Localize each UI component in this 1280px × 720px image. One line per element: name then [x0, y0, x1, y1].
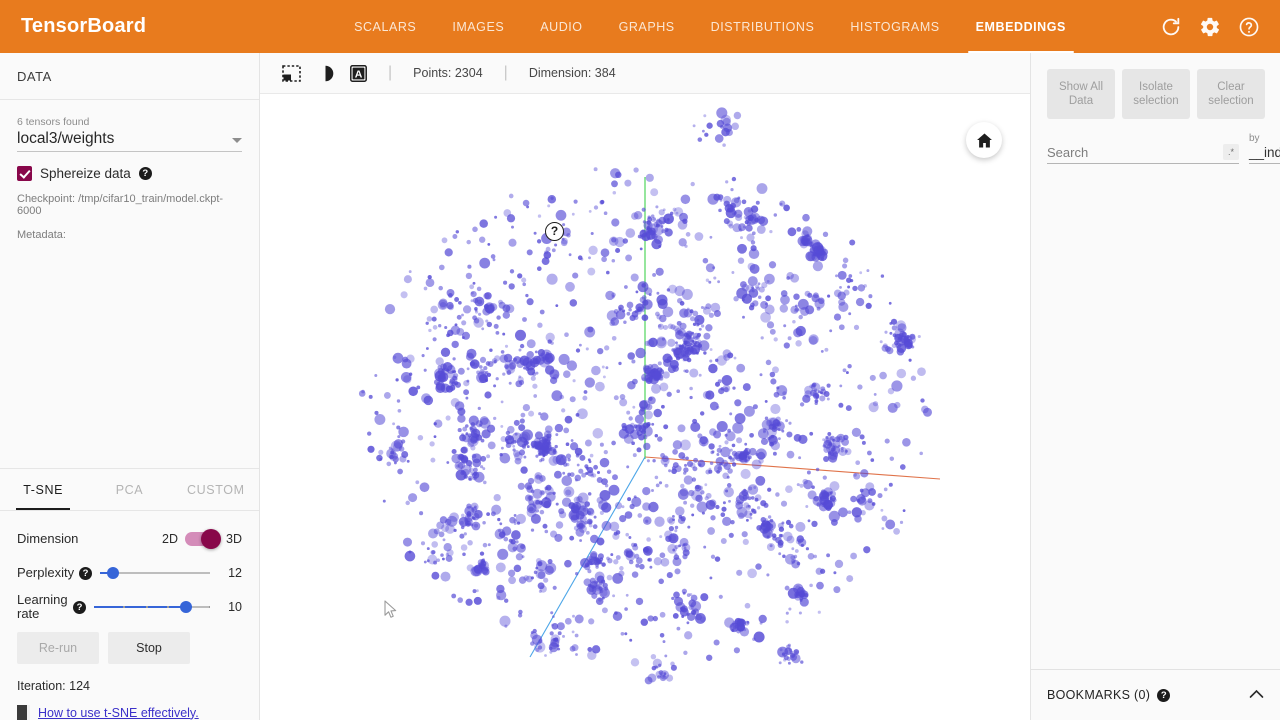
tsne-link-row: How to use t-SNE effectively.	[17, 705, 242, 720]
reset-view-home-button[interactable]	[966, 122, 1002, 158]
top-bar: TensorBoard SCALARS IMAGES AUDIO GRAPHS DIST…	[0, 0, 1280, 53]
nav-tab-histograms[interactable]: HISTOGRAMS	[832, 0, 957, 53]
chevron-down-icon	[232, 138, 242, 143]
chevron-up-icon[interactable]	[1249, 686, 1264, 704]
learning-rate-slider-knob[interactable]	[179, 601, 192, 613]
book-icon	[17, 705, 30, 720]
canvas-toolbar: A | Points: 2304 | Dimension: 384	[260, 53, 1030, 94]
projection-buttons: Re-run Stop	[17, 632, 242, 664]
search-by-label: by	[1249, 133, 1260, 144]
checkpoint-path: Checkpoint: /tmp/cifar10_train/model.ckp…	[17, 193, 224, 217]
nav-tab-embeddings[interactable]: EMBEDDINGS	[958, 0, 1084, 53]
slider-tick	[123, 606, 125, 608]
gear-icon[interactable]	[1199, 16, 1221, 38]
toolbar-separator: |	[388, 64, 393, 81]
night-mode-icon[interactable]	[317, 65, 334, 82]
projector-center: A | Points: 2304 | Dimension: 384 ?	[260, 53, 1030, 720]
slider-tick	[167, 606, 169, 608]
tensor-select[interactable]: local3/weights	[17, 130, 242, 152]
learning-rate-slider-fill	[94, 606, 186, 608]
top-bar-icons	[1160, 0, 1280, 53]
perplexity-value: 12	[228, 566, 242, 580]
tsne-howto-link[interactable]: How to use t-SNE effectively.	[38, 706, 199, 720]
svg-text:A: A	[355, 68, 363, 80]
projection-tab-t-sne[interactable]: T-SNE	[0, 469, 86, 510]
regex-toggle-button[interactable]: .*	[1223, 144, 1239, 160]
scatter-plot[interactable]	[260, 94, 1030, 720]
dimension-toggle[interactable]	[185, 529, 222, 549]
nav-tab-scalars[interactable]: SCALARS	[336, 0, 434, 53]
search-by-value: __ind..	[1249, 145, 1280, 160]
help-icon[interactable]	[1238, 16, 1260, 38]
show-all-data-button[interactable]: Show All Data	[1047, 69, 1115, 119]
embedding-scene[interactable]: ?	[260, 94, 1030, 720]
reload-icon[interactable]	[1160, 16, 1182, 38]
bookmarks-bar[interactable]: BOOKMARKS (0) ?	[1031, 669, 1280, 720]
perplexity-slider-knob[interactable]	[107, 567, 120, 579]
perplexity-slider[interactable]	[100, 567, 210, 579]
search-by-select[interactable]: __ind..	[1249, 145, 1280, 164]
points-count: Points: 2304	[413, 66, 483, 80]
marquee-select-icon[interactable]	[282, 64, 301, 82]
app-logo-title: TensorBoard	[21, 15, 147, 37]
home-icon	[976, 133, 992, 147]
dimension-3d-label: 3D	[226, 532, 242, 546]
search-input[interactable]	[1047, 145, 1223, 160]
learning-rate-help-icon[interactable]: ?	[73, 600, 86, 614]
search-row: .* by __ind..	[1031, 119, 1280, 164]
sphereize-row[interactable]: Sphereize data ?	[17, 166, 242, 181]
main-nav-tabs: SCALARS IMAGES AUDIO GRAPHS DISTRIBUTIONS HIS…	[260, 0, 1160, 53]
data-section-header: DATA	[0, 53, 259, 100]
stop-button[interactable]: Stop	[108, 632, 190, 664]
sphereize-label: Sphereize data	[40, 166, 131, 181]
search-field[interactable]: .*	[1047, 144, 1239, 164]
right-panel: Show All Data Isolate selection Clear sele…	[1030, 53, 1280, 720]
data-section: 6 tensors found local3/weights Sphereize…	[0, 100, 259, 468]
perplexity-help-icon[interactable]: ?	[79, 566, 92, 580]
left-sidebar: DATA 6 tensors found local3/weights Sphe…	[0, 53, 260, 720]
clear-selection-button[interactable]: Clear selection	[1197, 69, 1265, 119]
label-A-icon[interactable]: A	[350, 64, 367, 82]
learning-rate-value: 10	[228, 600, 242, 614]
selection-buttons: Show All Data Isolate selection Clear sele…	[1031, 53, 1280, 119]
projection-panel: T-SNE PCA CUSTOM Dimension 2D 3D Perplexit…	[0, 468, 259, 720]
dimension-label: Dimension	[17, 531, 79, 546]
projection-tab-pca[interactable]: PCA	[86, 469, 172, 510]
search-by-wrap: by __ind..	[1249, 133, 1280, 164]
nav-tab-distributions[interactable]: DISTRIBUTIONS	[693, 0, 833, 53]
perplexity-label: Perplexity	[17, 565, 75, 580]
main-body: DATA 6 tensors found local3/weights Sphe…	[0, 53, 1280, 720]
iteration-label: Iteration: 124	[17, 679, 90, 693]
scene-help-icon[interactable]: ?	[545, 222, 564, 241]
sphereize-help-icon[interactable]: ?	[138, 167, 152, 180]
rerun-button[interactable]: Re-run	[17, 632, 99, 664]
toolbar-separator-2: |	[503, 64, 508, 81]
bookmarks-title: BOOKMARKS (0)	[1047, 688, 1151, 702]
toggle-knob	[201, 529, 222, 549]
bookmarks-help-icon[interactable]: ?	[1157, 688, 1171, 702]
slider-tick	[208, 606, 211, 608]
nav-tab-graphs[interactable]: GRAPHS	[601, 0, 693, 53]
projection-controls: Dimension 2D 3D Perplexity ? 12 Learning…	[0, 511, 259, 720]
tensors-found-label: 6 tensors found	[17, 116, 90, 128]
learning-rate-label: Learning rate	[17, 592, 68, 621]
projection-tab-custom[interactable]: CUSTOM	[173, 469, 259, 510]
learning-rate-row: Learning rate ? 10	[17, 592, 242, 622]
projection-tabs: T-SNE PCA CUSTOM	[0, 469, 259, 511]
slider-tick	[146, 606, 148, 608]
nav-tab-images[interactable]: IMAGES	[434, 0, 522, 53]
dimension-2d-label: 2D	[162, 532, 179, 546]
tensorboard-app: TensorBoard SCALARS IMAGES AUDIO GRAPHS DIST…	[0, 0, 1280, 720]
nav-tab-audio[interactable]: AUDIO	[522, 0, 600, 53]
sphereize-checkbox[interactable]	[17, 166, 32, 181]
perplexity-row: Perplexity ? 12	[17, 558, 242, 588]
dimension-row: Dimension 2D 3D	[17, 524, 242, 554]
learning-rate-slider[interactable]	[94, 601, 211, 613]
dimension-count: Dimension: 384	[528, 66, 616, 80]
metadata-label: Metadata:	[17, 229, 66, 241]
tensor-select-value: local3/weights	[17, 130, 115, 147]
isolate-selection-button[interactable]: Isolate selection	[1122, 69, 1190, 119]
